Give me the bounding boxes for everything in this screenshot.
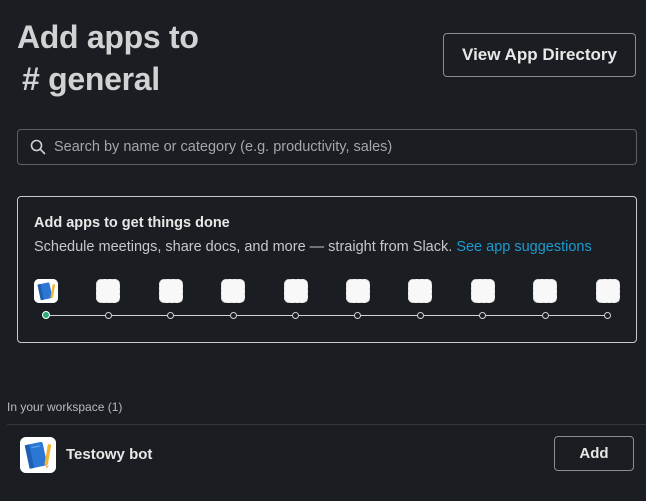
progress-dot <box>604 312 611 319</box>
search-icon <box>30 139 46 155</box>
card-subtitle-text: Schedule meetings, share docs, and more … <box>34 239 453 255</box>
step-slot-1[interactable] <box>34 279 58 303</box>
step-slot-2[interactable] <box>96 279 120 303</box>
workspace-section-label: In your workspace (1) <box>7 400 123 414</box>
search-input[interactable] <box>54 139 636 155</box>
progress-dot <box>105 312 112 319</box>
step-slot-3[interactable] <box>159 279 183 303</box>
add-app-button[interactable]: Add <box>554 436 634 471</box>
app-suggestions-card: Add apps to get things done Schedule mee… <box>17 196 637 343</box>
progress-dot-active <box>42 311 50 319</box>
progress-dot <box>292 312 299 319</box>
progress-dot <box>354 312 361 319</box>
view-app-directory-button[interactable]: View App Directory <box>443 33 636 77</box>
step-slot-9[interactable] <box>533 279 557 303</box>
search-bar[interactable] <box>17 129 637 165</box>
step-slot-5[interactable] <box>284 279 308 303</box>
card-subtitle: Schedule meetings, share docs, and more … <box>34 239 592 255</box>
step-slot-6[interactable] <box>346 279 370 303</box>
page-title: Add apps to # general <box>17 16 417 100</box>
step-slot-8[interactable] <box>471 279 495 303</box>
card-title: Add apps to get things done <box>34 215 230 231</box>
app-name: Testowy bot <box>66 446 153 463</box>
notebook-icon <box>34 279 58 303</box>
see-app-suggestions-link[interactable]: See app suggestions <box>456 239 591 255</box>
add-apps-modal: Add apps to # general View App Directory… <box>0 0 646 501</box>
channel-name: # general <box>22 61 160 97</box>
title-line-1: Add apps to <box>17 19 199 55</box>
step-slot-4[interactable] <box>221 279 245 303</box>
step-slot-10[interactable] <box>596 279 620 303</box>
progress-dot <box>417 312 424 319</box>
progress-track <box>46 315 608 316</box>
progress-dot <box>542 312 549 319</box>
app-row: Testowy bot Add <box>0 425 646 485</box>
step-slot-7[interactable] <box>408 279 432 303</box>
progress-dot <box>230 312 237 319</box>
app-avatar <box>20 437 56 473</box>
notebook-icon <box>20 437 56 473</box>
progress-dot <box>479 312 486 319</box>
progress-dot <box>167 312 174 319</box>
